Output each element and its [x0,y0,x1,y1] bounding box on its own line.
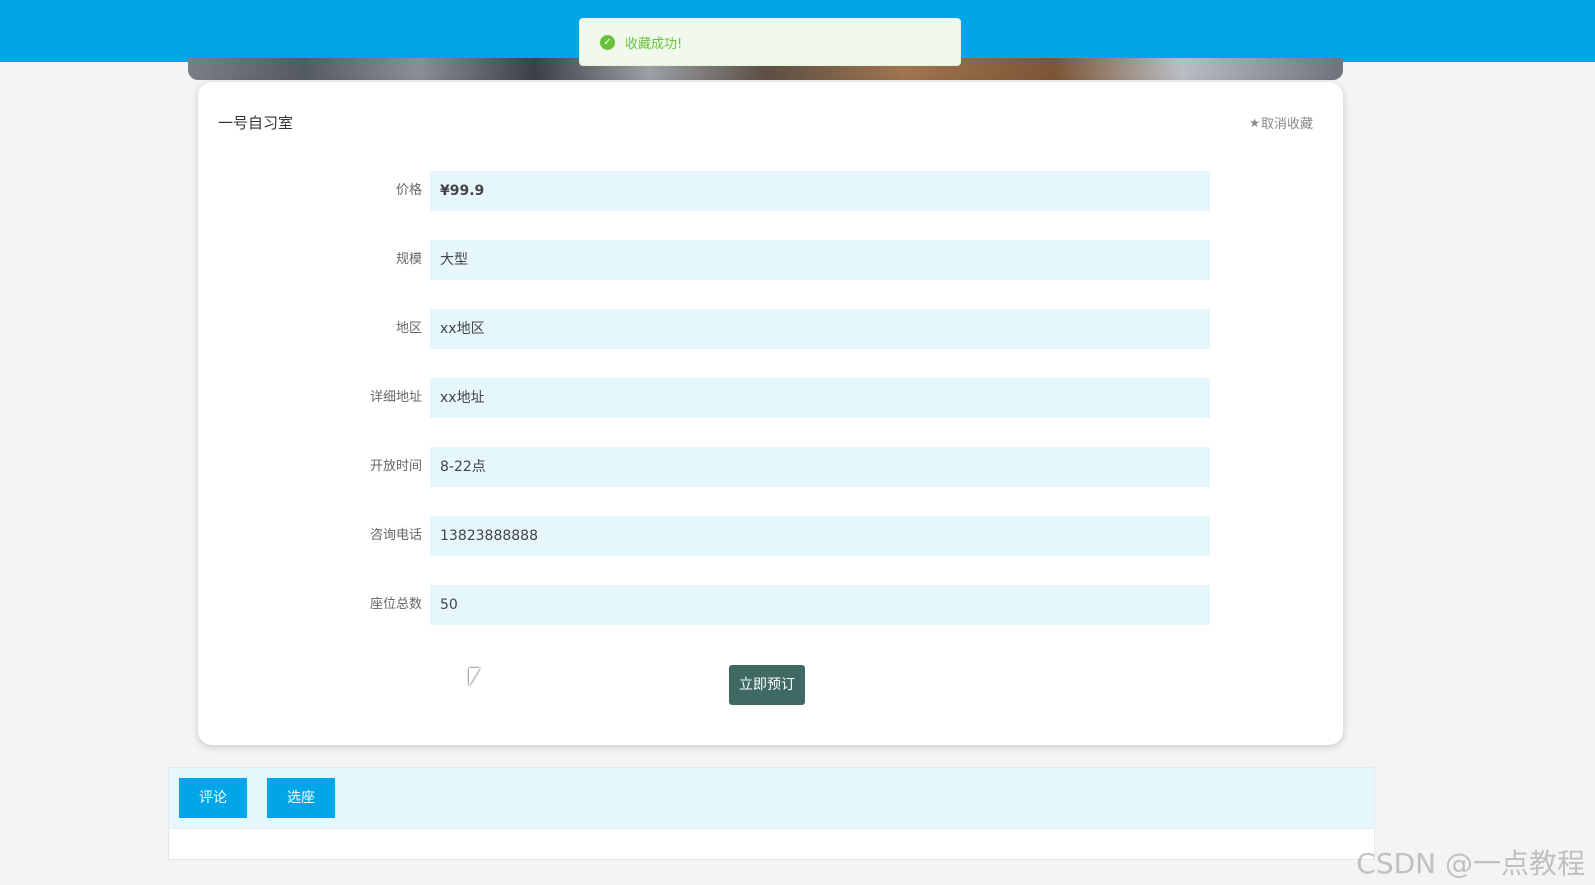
field-label: 开放时间 [369,459,422,474]
field-row-region: 地区 xx地区 [198,309,1343,349]
star-icon: ★ [1249,115,1260,130]
field-label: 规模 [395,252,422,267]
tab-comments[interactable]: 评论 [179,778,247,818]
field-row-seats: 座位总数 50 [198,585,1343,625]
field-value: 50 [430,585,1210,625]
watermark: CSDN @一点教程 [1356,847,1585,880]
tab-seat-selection[interactable]: 选座 [267,778,335,818]
field-row-phone: 咨询电话 13823888888 [198,516,1343,556]
field-value: 大型 [430,240,1210,280]
detail-card: 一号自习室 ★ 取消收藏 价格 ¥99.9 规模 大型 地区 xx地区 详细地址… [198,82,1343,745]
field-label: 地区 [395,321,422,336]
unfavorite-label: 取消收藏 [1260,117,1313,132]
unfavorite-button[interactable]: ★ 取消收藏 [1249,113,1313,133]
field-value: xx地址 [430,378,1210,418]
field-label: 座位总数 [369,597,422,612]
field-row-scale: 规模 大型 [198,240,1343,280]
tab-content-panel [168,829,1375,860]
tabs-bar: 评论 选座 [168,767,1375,829]
check-circle-icon: ✓ [600,34,615,50]
field-label: 咨询电话 [369,528,422,543]
field-row-hours: 开放时间 8-22点 [198,447,1343,487]
toast-message: 收藏成功! [625,36,683,52]
book-now-button[interactable]: 立即预订 [729,665,805,705]
field-value: ¥99.9 [430,171,1210,211]
field-value: xx地区 [430,309,1210,349]
field-label: 价格 [395,183,422,198]
field-label: 详细地址 [369,390,422,405]
field-row-address: 详细地址 xx地址 [198,378,1343,418]
success-toast: ✓ 收藏成功! [579,18,961,66]
field-value: 8-22点 [430,447,1210,487]
field-value: 13823888888 [430,516,1210,556]
field-row-price: 价格 ¥99.9 [198,171,1343,211]
page-title: 一号自习室 [218,114,294,132]
mouse-cursor-icon [469,668,480,686]
